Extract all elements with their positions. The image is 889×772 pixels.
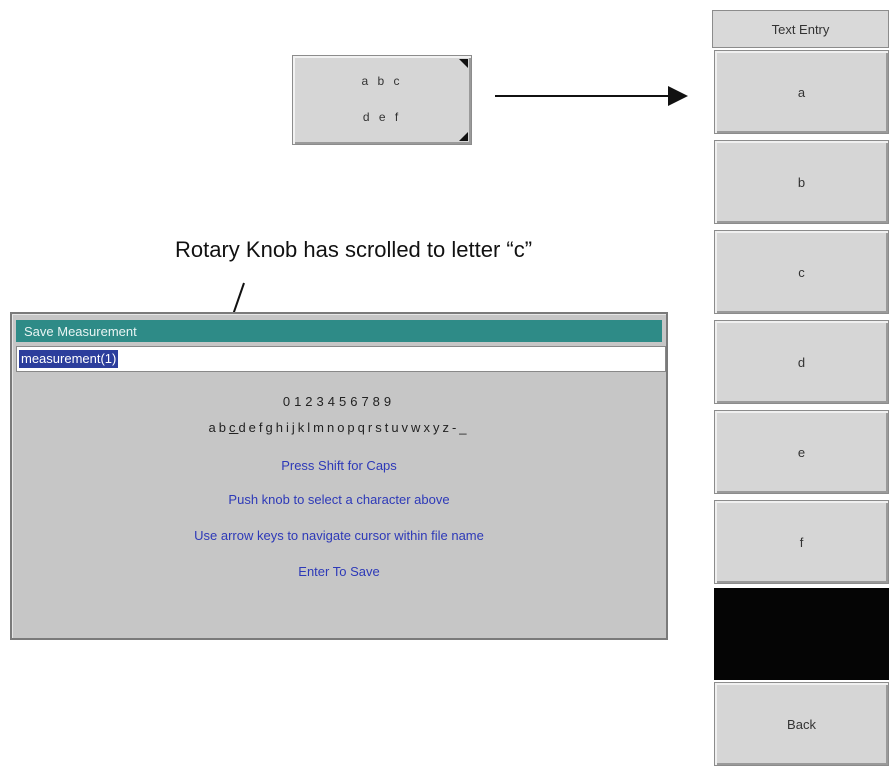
filename-selection: measurement(1) (19, 350, 119, 368)
save-measurement-dialog: Save Measurement measurement(1) 01234567… (10, 312, 668, 640)
arrow-keys-instruction: Use arrow keys to navigate cursor within… (194, 528, 484, 543)
digit-characters: 0123456789 (282, 394, 396, 409)
text-entry-panel: Text Entry a b c d e f Back (712, 0, 889, 772)
letter-characters: abcdefghijklmnopqrstuvwxyz-_ (12, 420, 666, 435)
enter-to-save-instruction: Enter To Save (298, 564, 380, 579)
softkey-f[interactable]: f (714, 500, 889, 584)
softkey-e[interactable]: e (714, 410, 889, 494)
back-button[interactable]: Back (714, 682, 889, 766)
letters-after: defghijklmnopqrstuvwxyz-_ (238, 420, 470, 435)
softkey-a[interactable]: a (714, 50, 889, 134)
softkey-blank (714, 588, 889, 680)
letters-before: ab (208, 420, 229, 435)
softkey-b[interactable]: b (714, 140, 889, 224)
push-knob-instruction: Push knob to select a character above (228, 492, 450, 507)
panel-title: Text Entry (712, 10, 889, 48)
filename-input[interactable]: measurement(1) (16, 346, 666, 372)
dialog-title: Save Measurement (16, 320, 662, 342)
shift-instruction: Press Shift for Caps (281, 458, 397, 473)
softkey-d[interactable]: d (714, 320, 889, 404)
softkey-c[interactable]: c (714, 230, 889, 314)
current-letter: c (228, 420, 239, 435)
